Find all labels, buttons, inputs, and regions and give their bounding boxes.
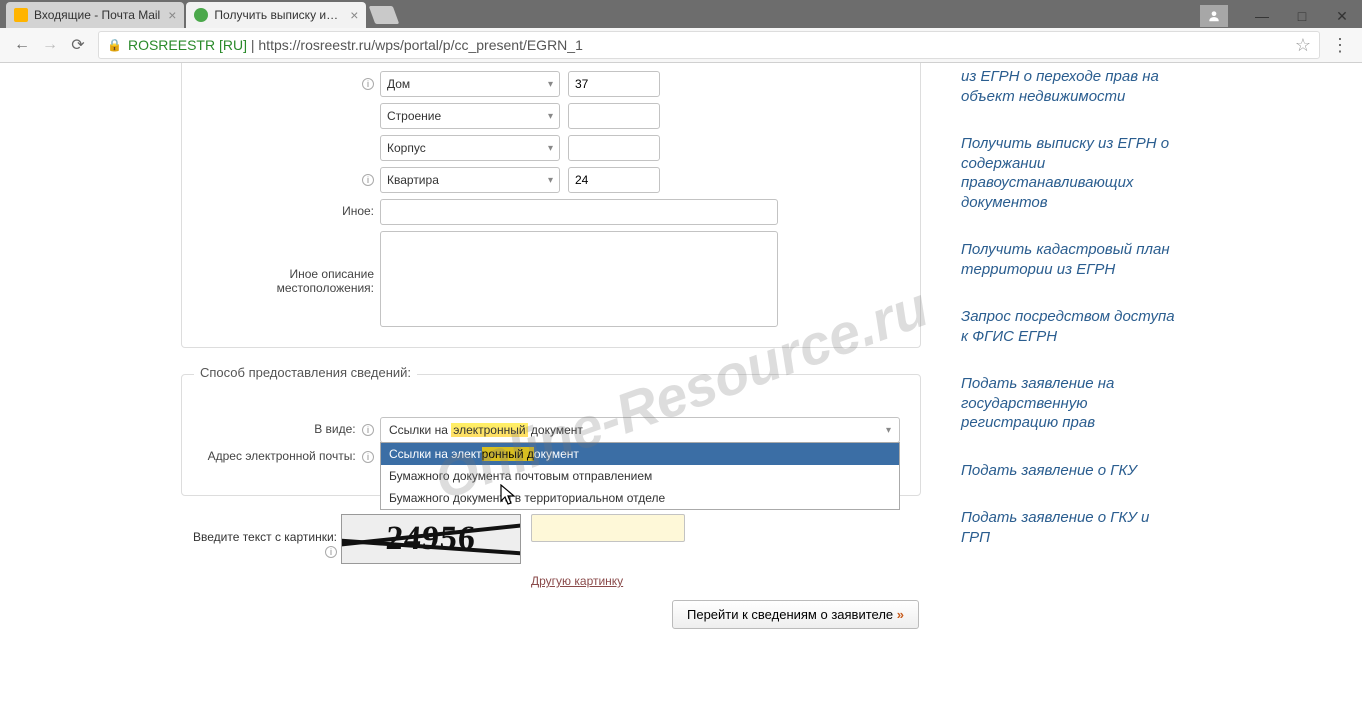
submit-row: Перейти к сведениям о заявителе » bbox=[181, 600, 921, 629]
dropdown-option-post[interactable]: Бумажного документа почтовым отправление… bbox=[381, 465, 899, 487]
submit-button[interactable]: Перейти к сведениям о заявителе » bbox=[672, 600, 919, 629]
apartment-select[interactable]: Квартира ▾ bbox=[380, 167, 560, 193]
chevron-down-icon: ▾ bbox=[548, 143, 553, 154]
korpus-input[interactable] bbox=[568, 135, 660, 161]
delivery-legend: Способ предоставления сведений: bbox=[194, 365, 417, 380]
side-link-docs[interactable]: Получить выписку из ЕГРН о содержании пр… bbox=[961, 134, 1181, 212]
chevron-down-icon: ▾ bbox=[548, 79, 553, 90]
other-input[interactable] bbox=[380, 199, 778, 225]
tab-rosreestr[interactable]: Получить выписку из ЕГ × bbox=[186, 2, 366, 28]
select-value: Строение bbox=[387, 109, 441, 123]
dropdown-option-office[interactable]: Бумажного документа в территориальном от… bbox=[381, 487, 899, 509]
info-icon[interactable]: i bbox=[362, 78, 374, 90]
address-section: i Дом ▾ Строение ▾ bbox=[181, 63, 921, 348]
captcha-input[interactable] bbox=[531, 514, 685, 542]
format-dropdown: Ссылки на электронный документ Бумажного… bbox=[380, 442, 900, 510]
double-arrow-icon: » bbox=[897, 607, 904, 622]
house-select[interactable]: Дом ▾ bbox=[380, 71, 560, 97]
apartment-row: i Квартира ▾ bbox=[200, 167, 902, 193]
captcha-label: Введите текст с картинки: i bbox=[181, 514, 341, 558]
tab-mail[interactable]: Входящие - Почта Mail × bbox=[6, 2, 184, 28]
house-info: i bbox=[200, 71, 380, 90]
bookmark-star-icon[interactable]: ☆ bbox=[1295, 35, 1311, 56]
nav-bar: ← → ⟳ 🔒 ROSREESTR [RU] | https://rosrees… bbox=[0, 28, 1362, 62]
tab-close-icon[interactable]: × bbox=[350, 7, 358, 23]
side-link-register[interactable]: Подать заявление на государственную реги… bbox=[961, 374, 1181, 433]
minimize-button[interactable]: — bbox=[1242, 4, 1282, 28]
browser-menu-button[interactable]: ⋮ bbox=[1326, 35, 1354, 56]
info-icon[interactable]: i bbox=[362, 451, 374, 463]
reload-button[interactable]: ⟳ bbox=[64, 31, 92, 59]
format-label: В виде: i bbox=[200, 417, 380, 436]
side-link-gku-grp[interactable]: Подать заявление о ГКУ и ГРП bbox=[961, 508, 1181, 547]
forward-button[interactable]: → bbox=[36, 31, 64, 59]
format-value: Ссылки на электронный документ bbox=[389, 423, 583, 437]
other-desc-label: Иное описание местоположения: bbox=[200, 231, 380, 295]
korpus-row: Корпус ▾ bbox=[200, 135, 902, 161]
building-input[interactable] bbox=[568, 103, 660, 129]
captcha-image: 24956 bbox=[341, 514, 521, 564]
select-value: Дом bbox=[387, 77, 410, 91]
other-label: Иное: bbox=[200, 199, 380, 218]
apartment-input[interactable] bbox=[568, 167, 660, 193]
tab-title: Получить выписку из ЕГ bbox=[214, 8, 342, 22]
mail-favicon bbox=[14, 8, 28, 22]
maximize-button[interactable]: □ bbox=[1282, 4, 1322, 28]
chevron-down-icon: ▾ bbox=[886, 425, 891, 436]
format-select[interactable]: Ссылки на электронный документ ▾ Ссылки … bbox=[380, 417, 900, 443]
back-button[interactable]: ← bbox=[8, 31, 36, 59]
other-desc-textarea[interactable] bbox=[380, 231, 778, 327]
building-row: Строение ▾ bbox=[200, 103, 902, 129]
info-icon[interactable]: i bbox=[362, 174, 374, 186]
sidebar: из ЕГРН о переходе прав на объект недвиж… bbox=[961, 63, 1181, 629]
main-form: i Дом ▾ Строение ▾ bbox=[181, 63, 921, 629]
close-window-button[interactable]: ✕ bbox=[1322, 4, 1362, 28]
rosreestr-favicon bbox=[194, 8, 208, 22]
tab-bar: Входящие - Почта Mail × Получить выписку… bbox=[0, 0, 1362, 28]
other-row: Иное: bbox=[200, 199, 902, 225]
side-link-gku[interactable]: Подать заявление о ГКУ bbox=[961, 461, 1181, 481]
browser-chrome: Входящие - Почта Mail × Получить выписку… bbox=[0, 0, 1362, 63]
url-path: | https://rosreestr.ru/wps/portal/p/cc_p… bbox=[247, 37, 583, 53]
tab-title: Входящие - Почта Mail bbox=[34, 8, 160, 22]
address-bar[interactable]: 🔒 ROSREESTR [RU] | https://rosreestr.ru/… bbox=[98, 31, 1320, 59]
select-value: Корпус bbox=[387, 141, 426, 155]
apt-info: i bbox=[200, 167, 380, 186]
house-row: i Дом ▾ bbox=[200, 71, 902, 97]
korpus-select[interactable]: Корпус ▾ bbox=[380, 135, 560, 161]
house-input[interactable] bbox=[568, 71, 660, 97]
building-select[interactable]: Строение ▾ bbox=[380, 103, 560, 129]
side-link-fgis[interactable]: Запрос посредством доступа к ФГИС ЕГРН bbox=[961, 307, 1181, 346]
lock-icon: 🔒 bbox=[107, 38, 122, 52]
captcha-row: Введите текст с картинки: i 24956 Другую… bbox=[181, 514, 921, 588]
url-host: ROSREESTR [RU] bbox=[128, 37, 247, 53]
user-avatar-button[interactable] bbox=[1200, 5, 1228, 27]
window-controls: — □ ✕ bbox=[1200, 4, 1362, 28]
side-link-transfer[interactable]: из ЕГРН о переходе прав на объект недвиж… bbox=[961, 67, 1181, 106]
email-label: Адрес электронной почты: i bbox=[200, 449, 380, 463]
chevron-down-icon: ▾ bbox=[548, 111, 553, 122]
dropdown-option-elink[interactable]: Ссылки на электронный документ bbox=[381, 443, 899, 465]
new-tab-button[interactable] bbox=[369, 6, 400, 24]
delivery-section: Способ предоставления сведений: В виде: … bbox=[181, 374, 921, 496]
info-icon[interactable]: i bbox=[362, 424, 374, 436]
info-icon[interactable]: i bbox=[325, 546, 337, 558]
captcha-refresh-link[interactable]: Другую картинку bbox=[531, 574, 685, 588]
select-value: Квартира bbox=[387, 173, 439, 187]
side-link-cadastral[interactable]: Получить кадастровый план территории из … bbox=[961, 240, 1181, 279]
submit-label: Перейти к сведениям о заявителе bbox=[687, 607, 893, 622]
other-desc-row: Иное описание местоположения: bbox=[200, 231, 902, 327]
tab-close-icon[interactable]: × bbox=[168, 7, 176, 23]
chevron-down-icon: ▾ bbox=[548, 175, 553, 186]
page-content: Online-Resource.ru i Дом ▾ Строение bbox=[0, 63, 1362, 723]
